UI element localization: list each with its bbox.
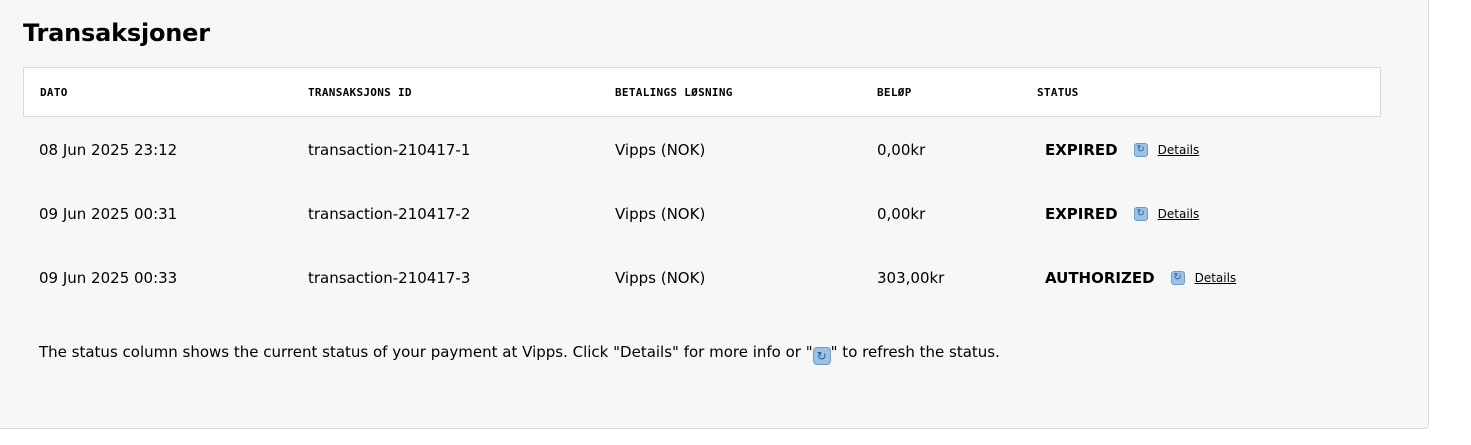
table-header: DATO TRANSAKSJONS ID BETALINGS LØSNING B… — [23, 67, 1381, 117]
cell-amount: 0,00kr — [877, 205, 926, 223]
cell-payment-method: Vipps (NOK) — [615, 205, 706, 223]
column-header-amount: BELØP — [877, 86, 912, 99]
cell-date: 08 Jun 2025 23:12 — [39, 141, 178, 159]
details-link[interactable]: Details — [1158, 207, 1200, 221]
refresh-icon: ↻ — [812, 347, 831, 365]
status-badge: EXPIRED — [1045, 205, 1118, 223]
table-row: 09 Jun 2025 00:33 transaction-210417-3 V… — [23, 269, 1381, 333]
status-badge: AUTHORIZED — [1045, 269, 1155, 287]
cell-amount: 303,00kr — [877, 269, 945, 287]
cell-transaction-id: transaction-210417-3 — [308, 269, 471, 287]
refresh-icon[interactable]: ↻ — [1133, 207, 1148, 221]
cell-transaction-id: transaction-210417-1 — [308, 141, 471, 159]
cell-status: EXPIRED ↻ Details — [1045, 205, 1199, 223]
column-header-date: DATO — [40, 86, 68, 99]
cell-status: AUTHORIZED ↻ Details — [1045, 269, 1236, 287]
cell-transaction-id: transaction-210417-2 — [308, 205, 471, 223]
status-info-text: The status column shows the current stat… — [39, 343, 1000, 365]
column-header-status: STATUS — [1037, 86, 1079, 99]
column-header-payment-method: BETALINGS LØSNING — [615, 86, 733, 99]
cell-amount: 0,00kr — [877, 141, 926, 159]
info-text-after: " to refresh the status. — [830, 343, 1000, 361]
cell-status: EXPIRED ↻ Details — [1045, 141, 1199, 159]
table-row: 09 Jun 2025 00:31 transaction-210417-2 V… — [23, 205, 1381, 269]
status-badge: EXPIRED — [1045, 141, 1118, 159]
refresh-icon[interactable]: ↻ — [1133, 143, 1148, 157]
refresh-icon[interactable]: ↻ — [1170, 271, 1185, 285]
cell-date: 09 Jun 2025 00:31 — [39, 205, 178, 223]
section-title: Transaksjoner — [23, 19, 210, 47]
details-link[interactable]: Details — [1195, 271, 1237, 285]
cell-payment-method: Vipps (NOK) — [615, 269, 706, 287]
cell-payment-method: Vipps (NOK) — [615, 141, 706, 159]
details-link[interactable]: Details — [1158, 143, 1200, 157]
table-row: 08 Jun 2025 23:12 transaction-210417-1 V… — [23, 141, 1381, 205]
column-header-transaction-id: TRANSAKSJONS ID — [308, 86, 412, 99]
cell-date: 09 Jun 2025 00:33 — [39, 269, 178, 287]
info-text-before: The status column shows the current stat… — [39, 343, 813, 361]
